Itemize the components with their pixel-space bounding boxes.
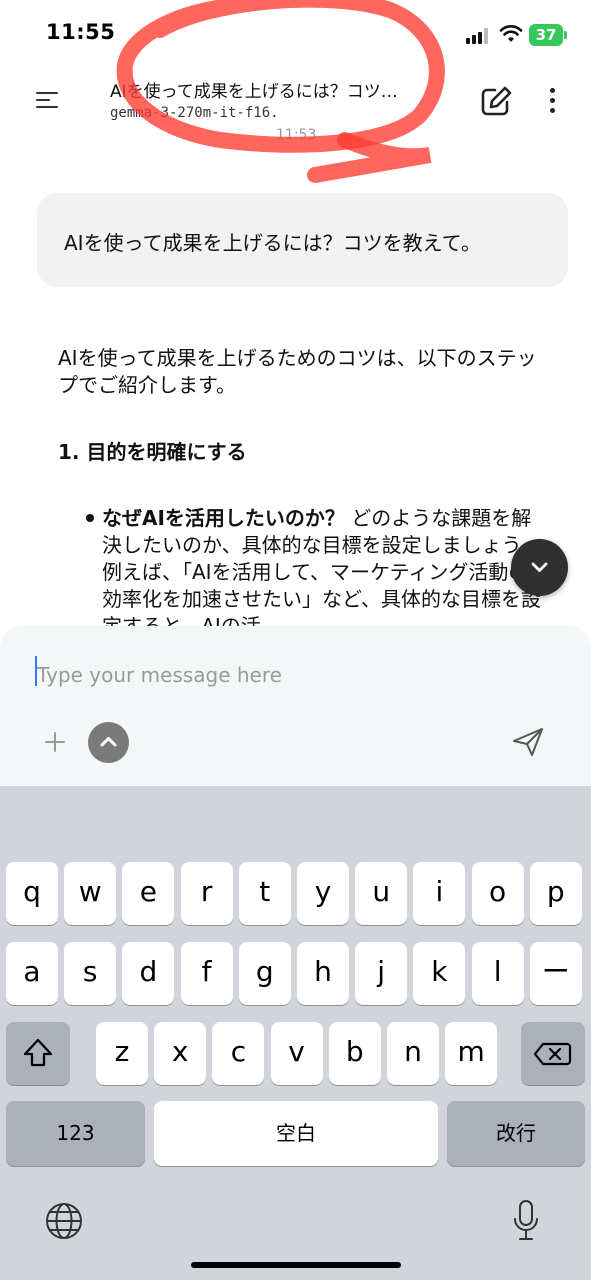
- text-cursor: [35, 656, 37, 686]
- key-v[interactable]: v: [270, 1022, 323, 1085]
- globe-icon[interactable]: [44, 1201, 84, 1241]
- key-g[interactable]: g: [238, 942, 291, 1005]
- key-h[interactable]: h: [297, 942, 349, 1005]
- key-b[interactable]: b: [328, 1022, 381, 1085]
- key-x[interactable]: x: [154, 1022, 207, 1085]
- key-d[interactable]: d: [122, 942, 175, 1005]
- bullet-dot: [86, 514, 94, 522]
- key-w[interactable]: w: [64, 862, 117, 925]
- key-f[interactable]: f: [180, 942, 233, 1005]
- battery-level: 37: [535, 26, 557, 44]
- key-y[interactable]: y: [297, 862, 349, 925]
- wifi-icon: [499, 25, 523, 42]
- key-m[interactable]: m: [445, 1022, 498, 1085]
- keyboard: qwertyuiop asdfghjklー zxcvbnm 123 空白 改行: [0, 786, 591, 1280]
- home-indicator: [191, 1262, 401, 1268]
- return-key-label: 改行: [496, 1121, 536, 1145]
- key-e[interactable]: e: [122, 862, 175, 925]
- key-r[interactable]: r: [180, 862, 233, 925]
- key-l[interactable]: l: [471, 942, 524, 1005]
- backspace-icon: [533, 1042, 572, 1066]
- chevron-up-icon: [100, 737, 117, 747]
- return-key[interactable]: 改行: [447, 1101, 585, 1166]
- bullet-bold-text: なぜAIを活用したいのか？: [102, 506, 345, 530]
- key-j[interactable]: j: [355, 942, 408, 1005]
- section-heading: 1. 目的を明確にする: [58, 440, 247, 464]
- key-p[interactable]: p: [529, 862, 582, 925]
- microphone-icon[interactable]: [510, 1199, 542, 1243]
- shift-icon: [23, 1038, 53, 1067]
- plus-icon[interactable]: [44, 731, 66, 753]
- model-name[interactable]: gemma-3-270m-it-f16.: [110, 105, 279, 121]
- key-q[interactable]: q: [6, 862, 58, 925]
- delete-key[interactable]: [521, 1022, 585, 1085]
- key-k[interactable]: k: [413, 942, 466, 1005]
- edit-icon[interactable]: [480, 86, 512, 116]
- cellular-signal-icon: [466, 28, 492, 44]
- numbers-key[interactable]: 123: [6, 1101, 145, 1166]
- assistant-intro: AIを使って成果を上げるためのコツは、以下のステップでご紹介します。: [58, 346, 537, 397]
- battery-nub: [564, 31, 567, 39]
- key-z[interactable]: z: [96, 1022, 148, 1085]
- key-s[interactable]: s: [64, 942, 117, 1005]
- space-key[interactable]: 空白: [154, 1101, 438, 1166]
- key-u[interactable]: u: [355, 862, 408, 925]
- space-key-label: 空白: [276, 1121, 316, 1145]
- key-i[interactable]: i: [413, 862, 466, 925]
- bullet-item: なぜAIを活用したいのか？ どのような課題を解決したいのか、具体的な目標を設定し…: [102, 505, 542, 626]
- key-n[interactable]: n: [387, 1022, 439, 1085]
- menu-icon[interactable]: [36, 90, 60, 110]
- user-message-text: AIを使って成果を上げるには？コツを教えて。: [64, 231, 481, 255]
- message-input[interactable]: Type your message here: [37, 663, 282, 687]
- more-vertical-icon[interactable]: [545, 88, 561, 114]
- key-long-vowel[interactable]: ー: [529, 942, 582, 1005]
- battery-indicator: 37: [529, 24, 563, 46]
- numbers-key-label: 123: [56, 1121, 95, 1145]
- send-icon[interactable]: [511, 726, 545, 758]
- shift-key[interactable]: [6, 1022, 70, 1085]
- key-a[interactable]: a: [6, 942, 58, 1005]
- message-timestamp: 11:53: [276, 127, 317, 143]
- key-c[interactable]: c: [212, 1022, 265, 1085]
- status-time: 11:55: [46, 20, 116, 44]
- chat-title[interactable]: AIを使って成果を上げるには？コツ…: [110, 77, 440, 102]
- chevron-down-icon: [531, 562, 548, 572]
- scroll-down-button[interactable]: [511, 539, 568, 596]
- key-o[interactable]: o: [471, 862, 524, 925]
- key-t[interactable]: t: [238, 862, 291, 925]
- expand-button[interactable]: [88, 722, 129, 763]
